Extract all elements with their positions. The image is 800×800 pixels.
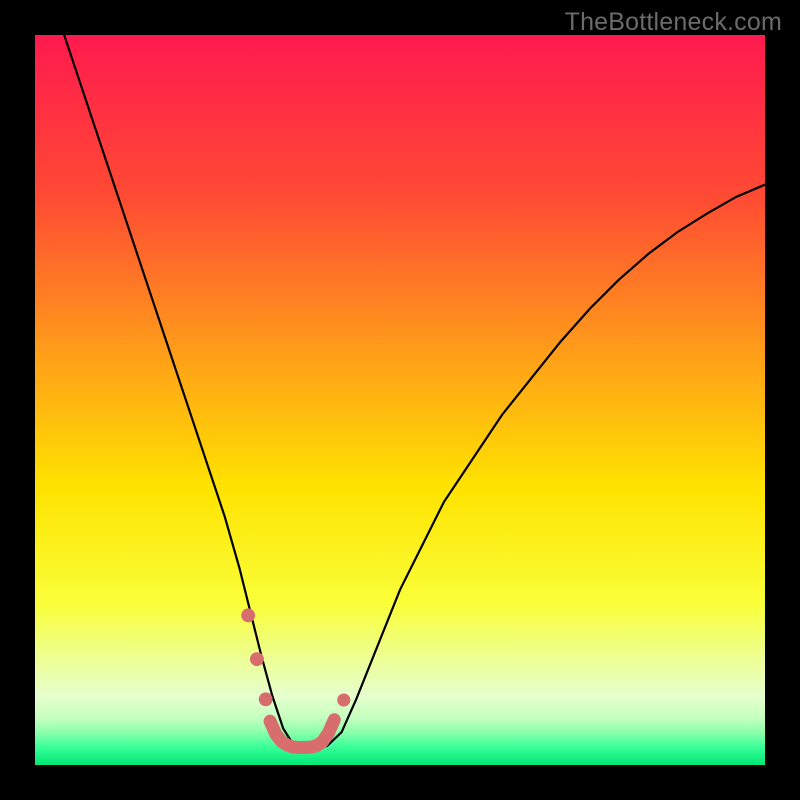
watermark-text: TheBottleneck.com xyxy=(565,8,782,37)
plot-area xyxy=(35,35,765,765)
bottleneck-curve xyxy=(64,35,765,747)
optimal-range-dots xyxy=(241,608,350,706)
chart-frame: TheBottleneck.com xyxy=(0,0,800,800)
curve-layer xyxy=(35,35,765,765)
optimal-range-highlight xyxy=(270,720,334,748)
